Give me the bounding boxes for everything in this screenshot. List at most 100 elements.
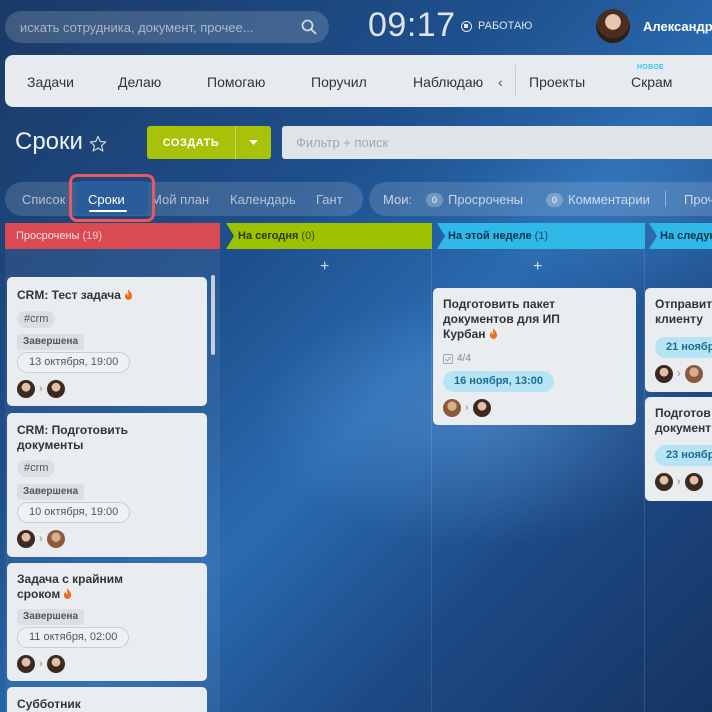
checklist-icon xyxy=(443,353,453,364)
comments-count: 0 xyxy=(546,192,563,207)
task-card[interactable]: Подготовить пакет документов для ИП Курб… xyxy=(433,288,636,425)
fire-icon xyxy=(124,289,133,300)
task-deadline[interactable]: 23 ноябр xyxy=(655,445,712,466)
creator-avatar[interactable] xyxy=(443,399,461,417)
task-title-line: Подготовить пакет xyxy=(443,297,555,311)
task-people: › xyxy=(655,365,703,383)
task-tag[interactable]: #crm xyxy=(17,311,56,328)
task-card[interactable]: CRM: Подготовить документы #crm Завершен… xyxy=(7,413,207,557)
task-title-line: документ xyxy=(655,421,712,435)
responsible-avatar[interactable] xyxy=(472,399,491,417)
work-status-label: РАБОТАЮ xyxy=(478,20,533,32)
column-count: (1) xyxy=(534,230,549,242)
nav-item-doing[interactable]: Делаю xyxy=(118,74,161,90)
view-switcher: Список Мой план Календарь Гант xyxy=(5,182,363,216)
nav-scroll-left-icon[interactable]: ‹ xyxy=(498,74,503,90)
task-title-line: сроком xyxy=(17,587,61,601)
responsible-avatar[interactable] xyxy=(46,380,65,398)
filter-overdue[interactable]: 0 Просрочены xyxy=(426,192,523,207)
add-task-today-button[interactable]: + xyxy=(320,258,329,276)
comments-label: Комментарии xyxy=(568,192,650,207)
creator-avatar[interactable] xyxy=(17,530,35,548)
creator-avatar[interactable] xyxy=(655,473,673,491)
task-deadline[interactable]: 10 октября, 19:00 xyxy=(17,502,131,523)
column-header-this-week[interactable]: На этой неделе (1) xyxy=(437,223,645,249)
column-title: Просрочены xyxy=(16,230,80,242)
column-title: На этой неделе xyxy=(448,230,532,242)
task-title-line: документов для ИП xyxy=(443,312,560,326)
task-card[interactable]: Субботник xyxy=(7,687,207,712)
task-title-line: CRM: Подготовить xyxy=(17,423,128,437)
counters-bar: Мои: 0 Просрочены 0 Комментарии Проч xyxy=(369,182,712,216)
task-title: Подготов документ xyxy=(655,406,711,436)
view-my-plan[interactable]: Мой план xyxy=(151,192,209,207)
column-header-overdue[interactable]: Просрочены (19) xyxy=(5,223,220,249)
search-icon[interactable] xyxy=(301,19,317,35)
nav-item-tasks[interactable]: Задачи xyxy=(27,74,74,90)
column-title: На сегодня xyxy=(238,230,299,242)
star-icon[interactable] xyxy=(89,135,107,153)
chevron-right-icon: › xyxy=(465,402,469,414)
filter-comments[interactable]: 0 Комментарии xyxy=(546,192,650,207)
filter-search-input[interactable]: Фильтр + поиск xyxy=(282,126,712,159)
filter-placeholder: Фильтр + поиск xyxy=(296,135,389,150)
responsible-avatar[interactable] xyxy=(684,365,703,383)
fire-icon xyxy=(64,588,72,599)
creator-avatar[interactable] xyxy=(17,655,35,673)
creator-avatar[interactable] xyxy=(655,365,673,383)
chevron-right-icon: › xyxy=(677,368,681,380)
nav-item-scrum[interactable]: Скрам xyxy=(631,74,672,90)
task-title: Субботник xyxy=(17,697,81,711)
search-placeholder: искать сотрудника, документ, прочее... xyxy=(20,19,254,35)
responsible-avatar[interactable] xyxy=(684,473,703,491)
task-card[interactable]: CRM: Тест задача #crm Завершена 13 октяб… xyxy=(7,277,207,406)
nav-item-helping[interactable]: Помогаю xyxy=(207,74,265,90)
stop-icon xyxy=(461,20,472,32)
task-card[interactable]: Подготов документ 23 ноябр › xyxy=(645,397,712,501)
view-calendar[interactable]: Календарь xyxy=(230,192,296,207)
task-title: Отправить клиенту xyxy=(655,297,712,327)
column-header-next-week[interactable]: На следую xyxy=(649,223,712,249)
task-people: › xyxy=(655,473,703,491)
fire-icon xyxy=(489,328,497,339)
chevron-right-icon: › xyxy=(39,658,43,670)
avatar[interactable] xyxy=(596,9,630,43)
column-scrollbar[interactable] xyxy=(211,275,215,355)
column-count: (0) xyxy=(301,230,315,242)
column-header-today[interactable]: На сегодня (0) xyxy=(226,223,432,249)
nav-item-projects[interactable]: Проекты xyxy=(529,74,585,90)
task-card[interactable]: Отправить клиенту 21 ноябр › xyxy=(645,288,712,392)
column-divider xyxy=(431,250,432,712)
new-badge: НОВОЕ xyxy=(637,64,664,71)
highlight-frame xyxy=(69,174,155,222)
search-input[interactable]: искать сотрудника, документ, прочее... xyxy=(5,11,329,43)
task-deadline[interactable]: 16 ноября, 13:00 xyxy=(443,371,554,392)
task-title-line: Задача с крайним xyxy=(17,572,124,586)
create-dropdown-toggle[interactable] xyxy=(236,139,271,146)
add-task-week-button[interactable]: + xyxy=(533,258,542,276)
task-deadline[interactable]: 13 октября, 19:00 xyxy=(17,352,131,373)
create-button[interactable]: СОЗДАТЬ xyxy=(147,126,271,159)
nav-item-assigned[interactable]: Поручил xyxy=(311,74,367,90)
task-status: Завершена xyxy=(17,609,85,625)
task-people: › xyxy=(17,530,65,548)
responsible-avatar[interactable] xyxy=(46,530,65,548)
creator-avatar[interactable] xyxy=(17,380,35,398)
view-gantt[interactable]: Гант xyxy=(316,192,343,207)
task-people: › xyxy=(443,399,491,417)
task-title: CRM: Тест задача xyxy=(17,288,133,303)
task-deadline[interactable]: 11 октября, 02:00 xyxy=(17,627,130,648)
task-card[interactable]: Задача с крайним сроком Завершена 11 окт… xyxy=(7,563,207,681)
task-tag[interactable]: #crm xyxy=(17,460,56,477)
task-deadline[interactable]: 21 ноябр xyxy=(655,337,712,358)
task-title: Подготовить пакет документов для ИП Курб… xyxy=(443,297,560,342)
responsible-avatar[interactable] xyxy=(46,655,65,673)
nav-item-watching[interactable]: Наблюдаю xyxy=(413,74,483,90)
chevron-right-icon: › xyxy=(39,533,43,545)
user-name[interactable]: Александр xyxy=(643,19,712,34)
task-title-line: документы xyxy=(17,438,84,452)
work-status-button[interactable]: РАБОТАЮ xyxy=(461,20,532,32)
filter-other[interactable]: Проч xyxy=(684,192,712,207)
view-list[interactable]: Список xyxy=(22,192,65,207)
task-title-text: CRM: Тест задача xyxy=(17,288,121,302)
